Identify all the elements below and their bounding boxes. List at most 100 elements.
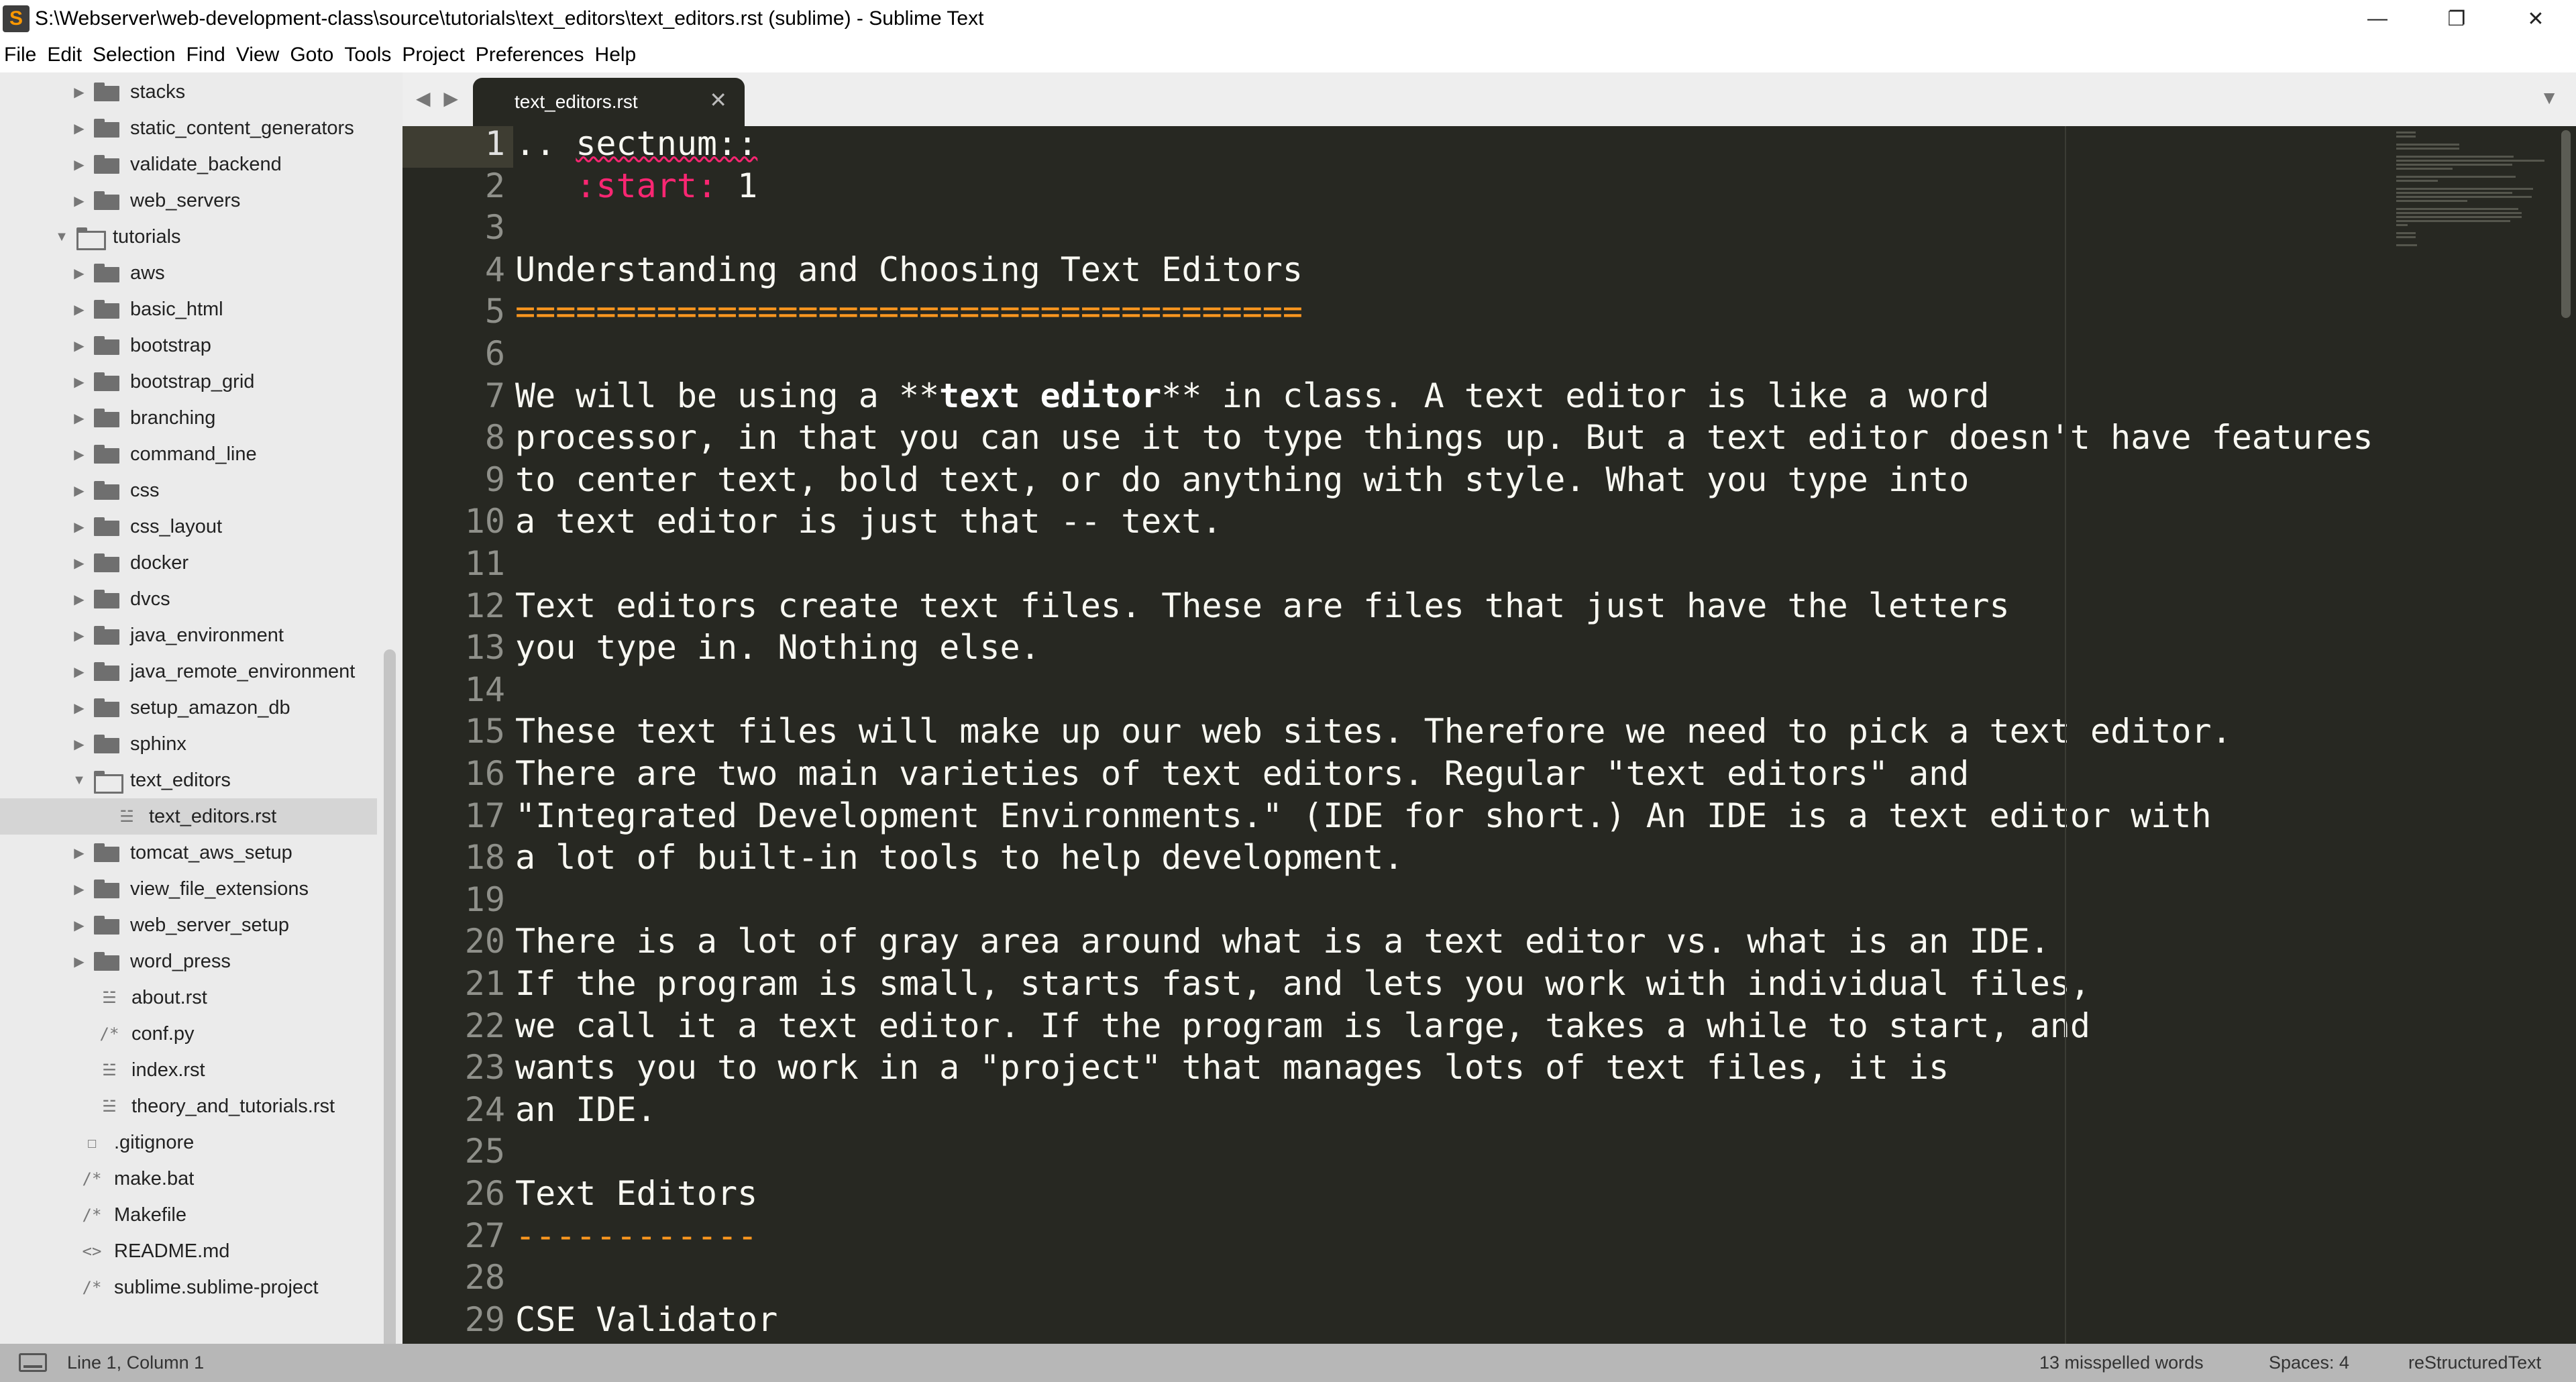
sidebar-file[interactable]: /* conf.py <box>0 1016 377 1052</box>
collapsed-disclosure-icon[interactable]: ▶ <box>70 663 89 680</box>
sidebar-folder[interactable]: ▶ web_servers <box>0 182 377 219</box>
minimize-button[interactable]: — <box>2340 0 2415 38</box>
sidebar-folder[interactable]: ▶ word_press <box>0 943 377 979</box>
code-line[interactable]: an IDE. <box>515 1089 657 1130</box>
collapsed-disclosure-icon[interactable]: ▶ <box>70 337 89 354</box>
menu-selection[interactable]: Selection <box>93 44 175 66</box>
code-line[interactable]: "Integrated Development Environments." (… <box>515 795 2212 837</box>
code-line[interactable]: Text editors create text files. These ar… <box>515 585 2010 627</box>
collapsed-disclosure-icon[interactable]: ▶ <box>70 591 89 608</box>
sidebar-file[interactable]: /* sublime.sublime-project <box>0 1269 377 1306</box>
syntax-mode[interactable]: reStructuredText <box>2408 1352 2541 1373</box>
code-line[interactable]: ======================================= <box>515 290 1303 332</box>
collapsed-disclosure-icon[interactable]: ▶ <box>70 845 89 861</box>
code-editor[interactable]: 1 2 3 4 5 6 7 8 9 10 11 12 13 14 15 16 17 18 19 20 21 22 23 24 2… <box>402 126 2576 1344</box>
editor-vertical-scrollbar[interactable] <box>2561 130 2571 318</box>
sidebar-folder[interactable]: ▶ setup_amazon_db <box>0 690 377 726</box>
menu-project[interactable]: Project <box>402 44 464 66</box>
collapsed-disclosure-icon[interactable]: ▶ <box>70 953 89 970</box>
collapsed-disclosure-icon[interactable]: ▶ <box>70 446 89 463</box>
sidebar-vertical-scrollbar[interactable] <box>384 649 396 1344</box>
code-line[interactable]: Text Editors <box>515 1173 757 1214</box>
collapsed-disclosure-icon[interactable]: ▶ <box>70 410 89 427</box>
collapsed-disclosure-icon[interactable]: ▶ <box>70 156 89 173</box>
collapsed-disclosure-icon[interactable]: ▶ <box>70 482 89 499</box>
code-line[interactable]: ------------ <box>515 1215 757 1257</box>
menu-tools[interactable]: Tools <box>344 44 391 66</box>
sidebar-file[interactable]: ☱ about.rst <box>0 979 377 1016</box>
sidebar-file[interactable]: ☱ theory_and_tutorials.rst <box>0 1088 377 1124</box>
sidebar-folder[interactable]: ▶ validate_backend <box>0 146 377 182</box>
collapsed-disclosure-icon[interactable]: ▶ <box>70 555 89 572</box>
sidebar-folder[interactable]: ▶ java_remote_environment <box>0 653 377 690</box>
tab-navigation-arrows[interactable]: ◀ ▶ <box>416 87 462 109</box>
collapsed-disclosure-icon[interactable]: ▶ <box>70 736 89 753</box>
sidebar-file[interactable]: ☐ .gitignore <box>0 1124 377 1161</box>
code-line[interactable]: you type in. Nothing else. <box>515 627 1040 668</box>
code-line[interactable]: We will be using a **text editor** in cl… <box>515 375 1990 417</box>
code-line[interactable]: There is a lot of gray area around what … <box>515 920 2050 962</box>
expanded-disclosure-icon[interactable]: ▼ <box>70 773 89 788</box>
sidebar-folder[interactable]: ▶ java_environment <box>0 617 377 653</box>
collapsed-disclosure-icon[interactable]: ▶ <box>70 374 89 390</box>
maximize-button[interactable]: ❐ <box>2419 0 2494 38</box>
collapsed-disclosure-icon[interactable]: ▶ <box>70 301 89 318</box>
collapsed-disclosure-icon[interactable]: ▶ <box>70 84 89 101</box>
sidebar-folder[interactable]: ▶ static_content_generators <box>0 110 377 146</box>
collapsed-disclosure-icon[interactable]: ▶ <box>70 917 89 934</box>
code-line[interactable]: a lot of built-in tools to help developm… <box>515 837 1404 878</box>
sidebar-folder[interactable]: ▶ bootstrap_grid <box>0 364 377 400</box>
sidebar-folder[interactable]: ▶ command_line <box>0 436 377 472</box>
menu-edit[interactable]: Edit <box>47 44 82 66</box>
sidebar-folder[interactable]: ▼ tutorials <box>0 219 377 255</box>
sidebar-folder[interactable]: ▶ dvcs <box>0 581 377 617</box>
collapsed-disclosure-icon[interactable]: ▶ <box>70 627 89 644</box>
sidebar-folder[interactable]: ▶ basic_html <box>0 291 377 327</box>
code-line[interactable]: .. sectnum:: <box>515 126 757 164</box>
sidebar-file[interactable]: /* make.bat <box>0 1161 377 1197</box>
sidebar-folder[interactable]: ▶ css_layout <box>0 509 377 545</box>
sidebar-file[interactable]: ☱ index.rst <box>0 1052 377 1088</box>
minimap[interactable] <box>2394 126 2561 1344</box>
collapsed-disclosure-icon[interactable]: ▶ <box>70 120 89 137</box>
collapsed-disclosure-icon[interactable]: ▶ <box>70 700 89 716</box>
sidebar-folder[interactable]: ▶ bootstrap <box>0 327 377 364</box>
tab-close-icon[interactable]: ✕ <box>709 87 727 113</box>
tab-list-dropdown-icon[interactable]: ▼ <box>2540 87 2559 109</box>
tab-text-editors-rst[interactable]: text_editors.rst ✕ <box>473 78 745 126</box>
sidebar-folder[interactable]: ▶ view_file_extensions <box>0 871 377 907</box>
code-line[interactable]: a text editor is just that -- text. <box>515 500 1222 542</box>
code-line[interactable]: wants you to work in a "project" that ma… <box>515 1047 1949 1088</box>
sidebar-folder[interactable]: ▶ docker <box>0 545 377 581</box>
sidebar-folder[interactable]: ▶ branching <box>0 400 377 436</box>
code-line[interactable]: to center text, bold text, or do anythin… <box>515 459 1969 500</box>
sidebar-folder[interactable]: ▶ css <box>0 472 377 509</box>
sidebar-folder[interactable]: ▶ aws <box>0 255 377 291</box>
code-line[interactable]: processor, in that you can use it to typ… <box>515 417 2373 458</box>
close-window-button[interactable]: ✕ <box>2498 0 2573 38</box>
code-line[interactable]: There are two main varieties of text edi… <box>515 753 1969 794</box>
menu-file[interactable]: File <box>4 44 36 66</box>
code-line[interactable]: CSE Validator <box>515 1299 777 1340</box>
sidebar-folder[interactable]: ▶ web_server_setup <box>0 907 377 943</box>
collapsed-disclosure-icon[interactable]: ▶ <box>70 265 89 282</box>
collapsed-disclosure-icon[interactable]: ▶ <box>70 519 89 535</box>
panel-toggle-icon[interactable] <box>19 1353 47 1372</box>
sidebar-file[interactable]: ☱ text_editors.rst <box>0 798 377 835</box>
code-line[interactable]: These text files will make up our web si… <box>515 710 2232 752</box>
sidebar-folder[interactable]: ▶ stacks <box>0 74 377 110</box>
menu-goto[interactable]: Goto <box>290 44 333 66</box>
menu-help[interactable]: Help <box>595 44 637 66</box>
collapsed-disclosure-icon[interactable]: ▶ <box>70 193 89 209</box>
collapsed-disclosure-icon[interactable]: ▶ <box>70 881 89 898</box>
code-line[interactable]: Understanding and Choosing Text Editors <box>515 249 1303 290</box>
expanded-disclosure-icon[interactable]: ▼ <box>52 229 71 245</box>
sidebar-file[interactable]: /* Makefile <box>0 1197 377 1233</box>
code-line[interactable]: :start: 1 <box>515 165 757 207</box>
code-line[interactable]: we call it a text editor. If the program… <box>515 1005 2090 1047</box>
sidebar-file[interactable]: <> README.md <box>0 1233 377 1269</box>
sidebar-folder[interactable]: ▶ sphinx <box>0 726 377 762</box>
menu-view[interactable]: View <box>236 44 279 66</box>
sidebar-folder[interactable]: ▼ text_editors <box>0 762 377 798</box>
menu-preferences[interactable]: Preferences <box>476 44 584 66</box>
